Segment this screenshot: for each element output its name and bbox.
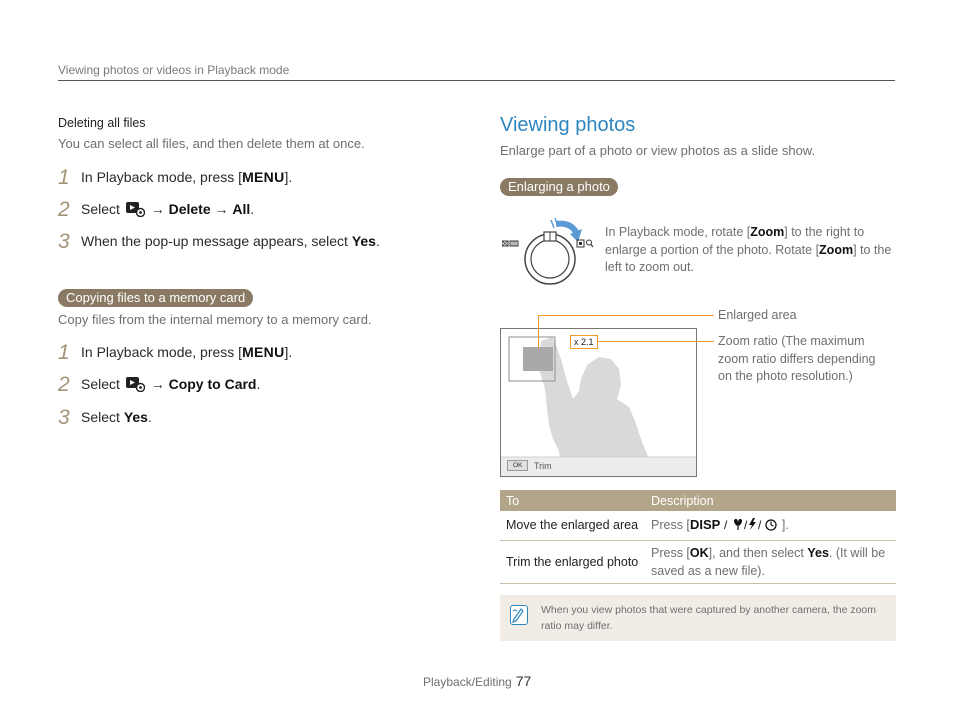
ok-key-icon: OK <box>507 460 529 471</box>
step-number: 1 <box>58 341 70 364</box>
zoom-instruction: In Playback mode, rotate [Zoom] to the r… <box>605 225 892 274</box>
step-text: Select → Copy to Card. <box>81 376 261 393</box>
footer-section: Playback/Editing <box>423 675 512 689</box>
trim-label: Trim <box>534 461 552 471</box>
page-header: Viewing photos or videos in Playback mod… <box>58 63 290 77</box>
enlarge-section-pill: Enlarging a photo <box>500 178 618 196</box>
zoom-ratio-indicator: x 2.1 <box>570 335 598 349</box>
enlarged-photo-preview: x 2.1 OK Trim <box>500 328 697 477</box>
copy-section-pill: Copying files to a memory card <box>58 289 254 307</box>
menu-key: MENU <box>242 169 285 185</box>
menu-key: MENU <box>242 344 285 360</box>
step-number: 2 <box>58 198 70 221</box>
copy-desc: Copy files from the internal memory to a… <box>58 312 372 327</box>
table-header: To <box>500 490 645 511</box>
note-box: When you view photos that were captured … <box>500 595 896 641</box>
table-cell: Trim the enlarged photo <box>500 540 645 584</box>
svg-text:/: / <box>758 518 762 531</box>
table-cell: Press [ DISP / / / ]. <box>645 511 896 541</box>
delete-all-heading: Deleting all files <box>58 116 146 130</box>
delete-all-desc: You can select all files, and then delet… <box>58 136 365 151</box>
table-row: Trim the enlarged photo Press [OK], and … <box>500 540 896 584</box>
svg-text:/: / <box>744 518 748 531</box>
step-number: 1 <box>58 166 70 189</box>
table-row: Move the enlarged area Press [ DISP / / … <box>500 511 896 541</box>
step-number: 3 <box>58 230 70 253</box>
note-icon <box>510 605 528 625</box>
step-text: In Playback mode, press [MENU]. <box>81 169 293 185</box>
zoom-dial-illustration <box>501 216 602 286</box>
callout-line-ratio <box>597 341 714 342</box>
table-cell: Press [OK], and then select Yes. (It wil… <box>645 540 896 584</box>
zoom-ratio-callout: Zoom ratio (The maximum zoom ratio diffe… <box>718 334 876 383</box>
svg-text:/: / <box>724 518 728 531</box>
step-text: When the pop-up message appears, select … <box>81 233 380 249</box>
controls-table: To Description Move the enlarged area Pr… <box>500 490 896 584</box>
step-text: In Playback mode, press [MENU]. <box>81 344 293 360</box>
playback-settings-icon <box>125 201 146 218</box>
step-text: Select → Delete → All. <box>81 201 255 218</box>
disp-macro-flash-timer-icons: DISP / / / <box>690 517 782 532</box>
step-text: Select Yes. <box>81 409 152 425</box>
step-number: 3 <box>58 406 70 429</box>
enlarged-area-callout: Enlarged area <box>718 308 797 322</box>
page-number: 77 <box>515 673 532 689</box>
table-header: Description <box>645 490 896 511</box>
playback-settings-icon <box>125 376 146 393</box>
step-number: 2 <box>58 373 70 396</box>
callout-line-enlarged-drop <box>538 315 539 349</box>
callout-line-enlarged <box>538 315 714 316</box>
header-divider <box>58 80 895 81</box>
section-title: Viewing photos <box>500 114 636 136</box>
page-footer: Playback/Editing 77 <box>423 673 531 689</box>
table-cell: Move the enlarged area <box>500 511 645 541</box>
note-text: When you view photos that were captured … <box>541 604 877 632</box>
svg-text:DISP: DISP <box>690 517 721 531</box>
section-desc: Enlarge part of a photo or view photos a… <box>500 143 816 158</box>
ok-key: OK <box>689 545 709 560</box>
